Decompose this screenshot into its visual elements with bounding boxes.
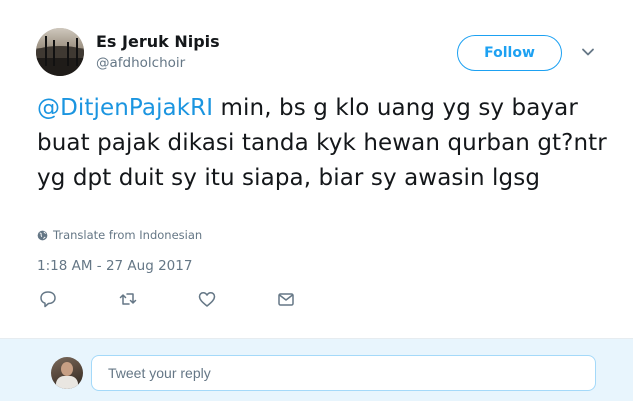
avatar-post [76,38,78,66]
translate-label: Translate from Indonesian [53,228,203,242]
author-avatar[interactable] [36,28,84,76]
reply-composer [0,339,633,401]
retweet-icon[interactable] [117,288,139,310]
avatar-post [67,42,69,66]
tweet-timestamp[interactable]: 1:18 AM - 27 Aug 2017 [37,258,192,274]
author-display-name[interactable]: Es Jeruk Nipis [96,32,220,51]
avatar-post [53,40,55,66]
author-screen-name[interactable]: @afdholchoir [96,55,185,71]
tweet-text: @DitjenPajakRI min, bs g klo uang yg sy … [37,91,622,196]
like-icon[interactable] [196,288,218,310]
user-avatar[interactable] [51,357,83,389]
chevron-down-icon[interactable] [580,44,596,60]
follow-button[interactable]: Follow [457,35,562,71]
direct-message-icon[interactable] [275,288,297,310]
translate-link[interactable]: Translate from Indonesian [37,228,202,242]
avatar-body [56,376,78,389]
reply-input[interactable] [91,355,596,391]
mention-link[interactable]: @DitjenPajakRI [37,95,213,121]
avatar-face [61,362,73,376]
avatar-post [45,36,47,66]
tweet-card: Es Jeruk Nipis @afdholchoir Follow @Ditj… [0,0,633,338]
globe-icon [37,230,48,240]
reply-icon[interactable] [37,288,59,310]
